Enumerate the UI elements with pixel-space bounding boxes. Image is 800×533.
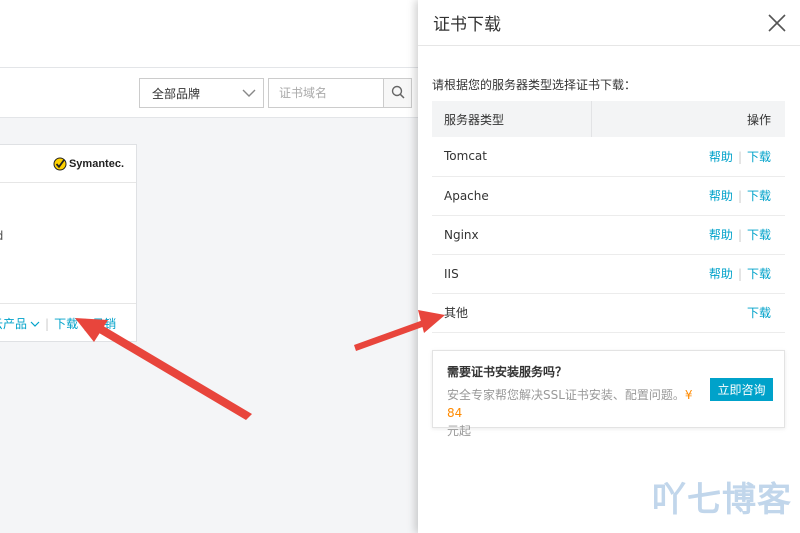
divider: | [737, 267, 742, 281]
symantec-check-icon [53, 157, 67, 170]
drawer-title: 证书下载 [433, 15, 501, 35]
table-row: Nginx 帮助 | 下载 [432, 215, 785, 255]
server-type-cell: Apache [432, 176, 592, 216]
column-header-actions: 操作 [590, 101, 785, 137]
card-footer: 云产品 | 下载 | 吊销 [0, 303, 136, 343]
actions-cell: 帮助 | 下载 [591, 176, 785, 216]
server-type-table: 服务器类型 操作 Tomcat 帮助 | 下载 Apache 帮助 | 下载 Nginx [432, 101, 785, 333]
help-link[interactable]: 帮助 [709, 267, 733, 281]
search-button[interactable] [383, 79, 411, 107]
download-link[interactable]: 下载 [747, 306, 771, 320]
actions-cell: 帮助 | 下载 [591, 215, 785, 255]
server-type-cell: 其他 [432, 293, 592, 333]
column-header-server-type: 服务器类型 [432, 101, 592, 137]
install-service-promo: 需要证书安装服务吗？ 安全专家帮您解决SSL证书安装、配置问题。¥ 84 元起 … [432, 350, 785, 438]
promo-desc-suffix: 元起 [447, 424, 472, 438]
table-row: Tomcat 帮助 | 下载 [432, 137, 785, 177]
cert-download-drawer: 证书下载 请根据您的服务器类型选择证书下载： 服务器类型 操作 Tomcat 帮… [418, 0, 800, 533]
table-header-row: 服务器类型 操作 [432, 101, 785, 137]
table-row: Apache 帮助 | 下载 [432, 176, 785, 216]
symantec-logo: Symantec. [53, 157, 124, 171]
chevron-down-icon [235, 79, 263, 107]
table-row: 其他 下载 [432, 293, 785, 333]
server-type-cell: Tomcat [432, 137, 592, 177]
cloud-product-link[interactable]: 云产品 [0, 315, 40, 332]
domain-search [268, 78, 412, 108]
search-icon [391, 85, 405, 102]
actions-cell: 帮助 | 下载 [591, 254, 785, 294]
help-link[interactable]: 帮助 [709, 228, 733, 242]
divider: | [45, 316, 50, 331]
server-type-cell: Nginx [432, 215, 592, 255]
card-revoke-link[interactable]: 吊销 [92, 315, 116, 332]
help-link[interactable]: 帮助 [709, 150, 733, 164]
server-type-cell: IIS [432, 254, 592, 294]
drawer-header: 证书下载 [418, 0, 800, 46]
search-input[interactable] [269, 79, 383, 107]
promo-description: 安全专家帮您解决SSL证书安装、配置问题。¥ 84 元起 [447, 386, 709, 440]
close-icon[interactable] [766, 12, 788, 34]
download-link[interactable]: 下载 [747, 228, 771, 242]
card-org-text: td [0, 229, 3, 243]
download-link[interactable]: 下载 [747, 150, 771, 164]
divider: | [83, 316, 88, 331]
download-link[interactable]: 下载 [747, 267, 771, 281]
download-link[interactable]: 下载 [747, 189, 771, 203]
actions-cell: 帮助 | 下载 [591, 137, 785, 177]
card-download-link[interactable]: 下载 [54, 315, 78, 332]
divider: | [737, 228, 742, 242]
divider: | [737, 149, 742, 164]
help-link[interactable]: 帮助 [709, 189, 733, 203]
brand-select-value: 全部品牌 [152, 86, 201, 101]
brand-select[interactable]: 全部品牌 [139, 78, 264, 108]
instruction-text: 请根据您的服务器类型选择证书下载： [432, 78, 637, 92]
divider: | [737, 189, 742, 203]
consult-now-button[interactable]: 立即咨询 [710, 378, 773, 401]
actions-cell: 下载 [591, 293, 785, 333]
certificate-card: Symantec. td 云产品 | 下载 | 吊销 [0, 144, 137, 342]
chevron-down-icon [30, 321, 40, 327]
blog-watermark: 吖七博客 [652, 480, 792, 520]
card-header: Symantec. [0, 145, 136, 183]
promo-desc-text: 安全专家帮您解决SSL证书安装、配置问题。 [447, 388, 685, 402]
table-row: IIS 帮助 | 下载 [432, 254, 785, 294]
